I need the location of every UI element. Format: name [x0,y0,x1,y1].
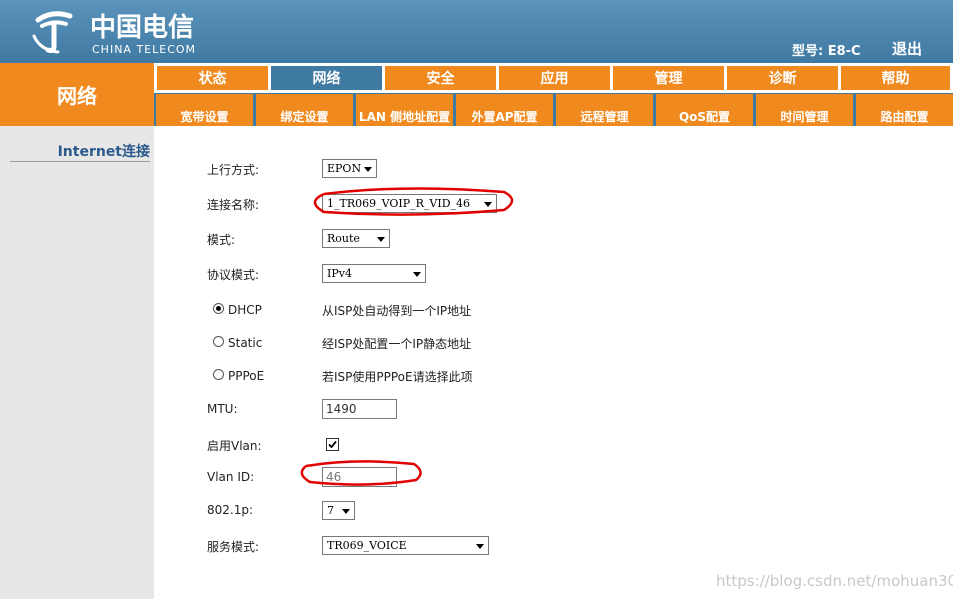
tab-help[interactable]: 帮助 [841,66,950,90]
brand-name-en: CHINA TELECOM [92,43,196,56]
pppoe-radio[interactable] [213,369,224,380]
logout-link[interactable]: 退出 [892,38,922,59]
chevron-down-icon [476,544,484,549]
connection-name-label: 连接名称: [207,198,260,212]
chevron-down-icon [377,237,385,242]
brand-name-cn: 中国电信 [90,13,194,43]
vlan-id-input[interactable]: 46 [322,467,397,487]
mode-select[interactable]: Route [322,229,390,248]
tab-security[interactable]: 安全 [385,66,496,90]
subtab-lan-address[interactable]: LAN 侧地址配置 [356,94,453,126]
main-content: 上行方式: EPON 连接名称: 1_TR069_VOIP_R_VID_46 模… [154,126,953,599]
uplink-label: 上行方式: [207,163,260,177]
service-mode-label: 服务模式: [207,540,260,554]
mode-label: 模式: [207,233,236,247]
p8021-label: 802.1p: [207,503,254,517]
subtab-broadband[interactable]: 宽带设置 [156,94,253,126]
enable-vlan-label: 启用Vlan: [207,439,262,453]
uplink-value: EPON [327,162,362,175]
p8021-value: 7 [327,504,334,517]
subtab-external-ap[interactable]: 外置AP配置 [456,94,553,126]
dhcp-label: DHCP [228,303,262,317]
protocol-mode-select[interactable]: IPv4 [322,264,426,283]
dhcp-description: 从ISP处自动得到一个IP地址 [322,304,472,318]
sidebar-item-internet-connection[interactable]: Internet连接 [10,141,150,162]
static-radio[interactable] [213,336,224,347]
enable-vlan-checkbox[interactable] [326,438,339,451]
tab-management[interactable]: 管理 [613,66,724,90]
static-label: Static [228,336,263,350]
static-description: 经ISP处配置一个IP静态地址 [322,337,472,351]
dhcp-radio[interactable] [213,303,224,314]
subtab-binding[interactable]: 绑定设置 [256,94,353,126]
chevron-down-icon [484,202,492,207]
checkmark-icon [328,440,337,449]
chevron-down-icon [342,509,350,514]
tab-status[interactable]: 状态 [157,66,268,90]
service-mode-value: TR069_VOICE [327,539,407,552]
subtab-remote-management[interactable]: 远程管理 [556,94,653,126]
sidebar: Internet连接 [0,126,154,599]
section-title: 网络 [0,63,154,126]
pppoe-label: PPPoE [228,369,265,383]
chevron-down-icon [413,272,421,277]
pppoe-description: 若ISP使用PPPoE请选择此项 [322,370,473,384]
subtab-routing[interactable]: 路由配置 [856,94,953,126]
mode-value: Route [327,232,360,245]
main-tab-bar: 状态 网络 安全 应用 管理 诊断 帮助 [154,63,953,93]
subtab-time-management[interactable]: 时间管理 [756,94,853,126]
connection-name-value: 1_TR069_VOIP_R_VID_46 [327,197,471,210]
connection-name-select[interactable]: 1_TR069_VOIP_R_VID_46 [322,194,497,213]
protocol-mode-label: 协议模式: [207,268,260,282]
vlan-id-label: Vlan ID: [207,470,255,484]
tab-network[interactable]: 网络 [271,66,382,90]
watermark: https://blog.csdn.net/mohuan301 [716,572,953,590]
mtu-label: MTU: [207,402,238,416]
top-header: 中国电信 CHINA TELECOM 型号: E8-C 退出 [0,0,953,63]
service-mode-select[interactable]: TR069_VOICE [322,536,489,555]
tab-diagnosis[interactable]: 诊断 [727,66,838,90]
mtu-input[interactable]: 1490 [322,399,397,419]
chevron-down-icon [364,167,372,172]
subtab-qos[interactable]: QoS配置 [656,94,753,126]
protocol-mode-value: IPv4 [327,267,352,280]
p8021-select[interactable]: 7 [322,501,355,520]
china-telecom-logo: 中国电信 CHINA TELECOM [30,6,230,58]
sub-tab-bar: 宽带设置 绑定设置 LAN 侧地址配置 外置AP配置 远程管理 QoS配置 时间… [154,93,953,126]
uplink-select[interactable]: EPON [322,159,377,178]
model-label: 型号: E8-C [792,44,861,59]
tab-application[interactable]: 应用 [499,66,610,90]
